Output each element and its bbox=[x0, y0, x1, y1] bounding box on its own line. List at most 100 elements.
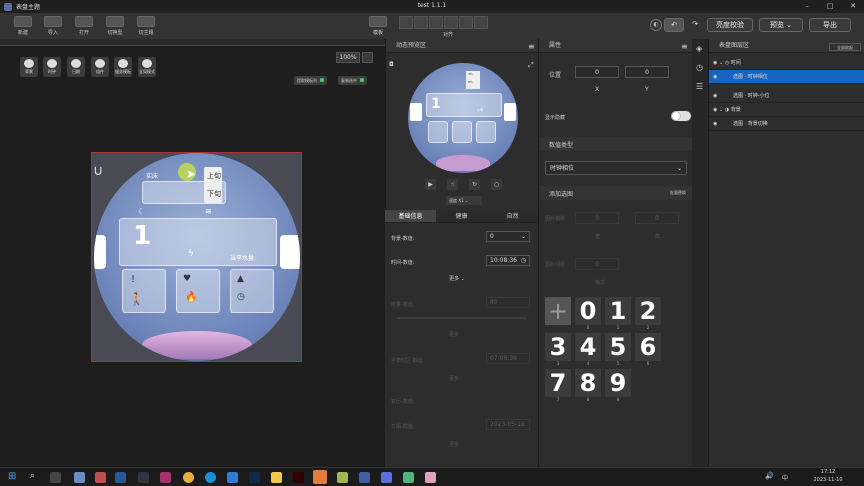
switch-type-button[interactable]: 切换型 bbox=[102, 16, 128, 38]
app-taskbar-icon[interactable] bbox=[115, 472, 126, 483]
digit-9-image[interactable]: 9 bbox=[605, 369, 631, 397]
digit-1-image[interactable]: 1 bbox=[605, 297, 631, 325]
minimize-button[interactable]: – bbox=[796, 0, 818, 13]
chrome-taskbar-icon[interactable] bbox=[183, 472, 194, 483]
refresh-icon[interactable]: ↻ bbox=[469, 179, 480, 190]
artboard[interactable]: ∪ 实床 上旬 下旬 ➤ ☾ ≋ 1 ϟ 当李水量: ! 🚶 ♥ 🔥 ▲ ◷ bbox=[91, 152, 302, 362]
volume-icon[interactable]: 🔊 bbox=[765, 472, 774, 480]
more-link[interactable]: 更多 ⌄ bbox=[449, 275, 465, 282]
time-value-input[interactable]: 10:08:36 ◷ bbox=[486, 255, 530, 266]
image-offset-x-input[interactable]: 0 bbox=[575, 212, 619, 224]
import-button[interactable]: 导入 bbox=[40, 16, 66, 38]
watch-time-panel[interactable]: 1 ϟ 当李水量: bbox=[119, 218, 277, 266]
new-button[interactable]: 新建 bbox=[10, 16, 36, 38]
active-app-taskbar-icon[interactable] bbox=[313, 470, 327, 484]
align-right-icon[interactable] bbox=[429, 16, 443, 29]
align-bottom-icon[interactable] bbox=[474, 16, 488, 29]
digit-2-image[interactable]: 2 bbox=[635, 297, 661, 325]
history-icon[interactable]: ◐ bbox=[650, 19, 662, 31]
digit-5-image[interactable]: 5 bbox=[605, 333, 631, 361]
menu-icon[interactable]: ≡ bbox=[528, 42, 535, 51]
quick-background-button[interactable]: 背景 bbox=[20, 57, 38, 77]
tab-basic-info[interactable]: 基础信息 bbox=[385, 210, 436, 222]
app-taskbar-icon[interactable] bbox=[381, 472, 392, 483]
touch-icon[interactable]: ☝ bbox=[447, 179, 458, 190]
quick-global-button[interactable]: 全局模式 bbox=[138, 57, 156, 77]
x-position-input[interactable]: 0 bbox=[575, 66, 619, 78]
edge-taskbar-icon[interactable] bbox=[205, 472, 216, 483]
play-button[interactable]: ▶ bbox=[425, 179, 436, 190]
image-spacing-input[interactable]: 0 bbox=[575, 258, 619, 270]
quick-component-button[interactable]: 组件 bbox=[91, 57, 109, 77]
tab-nature[interactable]: 自然 bbox=[487, 210, 538, 222]
preview-button[interactable]: 预览 ⌄ bbox=[759, 18, 803, 32]
zoom-level[interactable]: 100% bbox=[336, 52, 360, 63]
batch-replace-button[interactable]: 批量替换 bbox=[670, 190, 686, 196]
image-offset-y-input[interactable]: 0 bbox=[635, 212, 679, 224]
clock-date[interactable]: 2023-11-10 bbox=[806, 477, 850, 483]
clock-icon[interactable]: ◷ bbox=[696, 63, 703, 72]
folder-taskbar-icon[interactable] bbox=[271, 472, 282, 483]
add-digit-image-button[interactable]: + bbox=[545, 297, 571, 325]
switch-theme-button[interactable]: 切主题 bbox=[133, 16, 159, 38]
digit-0-image[interactable]: 0 bbox=[575, 297, 601, 325]
task-view-icon[interactable] bbox=[50, 472, 61, 483]
undo-button[interactable]: ↶ bbox=[664, 18, 684, 32]
close-button[interactable]: ✕ bbox=[842, 0, 864, 13]
search-icon[interactable]: ⌕ bbox=[30, 471, 35, 481]
preview-watch-face[interactable]: 3% 8% 1 心率 bbox=[408, 63, 518, 173]
expand-icon[interactable]: ⤢ bbox=[528, 61, 534, 70]
digit-8-image[interactable]: 8 bbox=[575, 369, 601, 397]
redo-button[interactable]: ↷ bbox=[688, 18, 702, 32]
template-button[interactable]: 模板 bbox=[365, 16, 391, 38]
align-top-icon[interactable] bbox=[444, 16, 458, 29]
watch-face[interactable]: 实床 上旬 下旬 ➤ ☾ ≋ 1 ϟ 当李水量: ! 🚶 ♥ 🔥 ▲ ◷ bbox=[94, 153, 300, 361]
vscode-taskbar-icon[interactable] bbox=[227, 472, 238, 483]
watch-widget-3[interactable]: ▲ ◷ bbox=[230, 269, 274, 313]
layer-clock-small[interactable]: ◉ 选图 · 时钟-小位 bbox=[709, 89, 864, 103]
eye-icon[interactable]: ◉ bbox=[713, 74, 717, 80]
watch-widget-1[interactable]: ! 🚶 bbox=[122, 269, 166, 313]
data-type-select[interactable]: 时钟相位 ⌄ bbox=[545, 161, 687, 175]
quick-clock-button[interactable]: 时钟 bbox=[43, 57, 61, 77]
illustrator-taskbar-icon[interactable] bbox=[293, 472, 304, 483]
watch-toggle-panel[interactable]: 上旬 下旬 bbox=[204, 167, 222, 203]
y-position-input[interactable]: 0 bbox=[625, 66, 669, 78]
open-button[interactable]: 打开 bbox=[71, 16, 97, 38]
layer-group-background[interactable]: ◉ ⌄ ◑ 背景 bbox=[709, 103, 864, 117]
digit-3-image[interactable]: 3 bbox=[545, 333, 571, 361]
circle-icon[interactable]: ○ bbox=[491, 179, 502, 190]
speed-select[interactable]: 速度 X1 ⌄ bbox=[446, 196, 482, 205]
quick-date-button[interactable]: 日期 bbox=[67, 57, 85, 77]
maximize-button[interactable]: □ bbox=[819, 0, 841, 13]
clock-time[interactable]: 17:12 bbox=[808, 469, 848, 475]
date-value-input[interactable]: 2023-05-18 bbox=[486, 419, 530, 430]
dreamweaver-taskbar-icon[interactable] bbox=[160, 472, 171, 483]
watch-left-button[interactable] bbox=[94, 235, 106, 269]
app-taskbar-icon[interactable] bbox=[95, 472, 106, 483]
eye-icon[interactable]: ◉ bbox=[713, 121, 717, 127]
sliders-icon[interactable]: ☰ bbox=[696, 82, 703, 91]
layers-icon[interactable]: ◈ bbox=[696, 44, 702, 53]
app-taskbar-icon[interactable] bbox=[359, 472, 370, 483]
app-taskbar-icon[interactable] bbox=[74, 472, 85, 483]
watch-up-button[interactable]: 上旬 bbox=[207, 171, 221, 181]
more-link-4[interactable]: 更多 bbox=[449, 441, 459, 448]
layer-group-time[interactable]: ◉ ⌄ ◷ 时间 bbox=[709, 56, 864, 70]
align-center-icon[interactable] bbox=[414, 16, 428, 29]
timezone-value-input[interactable]: 07:08:36 bbox=[486, 353, 530, 364]
app-taskbar-icon[interactable] bbox=[425, 472, 436, 483]
battery-slider[interactable] bbox=[397, 317, 527, 319]
watch-widget-2[interactable]: ♥ 🔥 bbox=[176, 269, 220, 313]
layer-background-switch[interactable]: ◉ 选图 · 背景切换 bbox=[709, 117, 864, 131]
align-left-icon[interactable] bbox=[399, 16, 413, 29]
eye-icon[interactable]: ◉ bbox=[713, 60, 717, 66]
visibility-toggle[interactable] bbox=[671, 111, 691, 121]
watch-down-button[interactable]: 下旬 bbox=[207, 189, 221, 199]
align-middle-icon[interactable] bbox=[459, 16, 473, 29]
digit-4-image[interactable]: 4 bbox=[575, 333, 601, 361]
copy-selected-button[interactable]: 复制选中 bbox=[338, 76, 367, 85]
battery-value-input[interactable]: 80 bbox=[486, 297, 530, 308]
app-taskbar-icon[interactable] bbox=[337, 472, 348, 483]
more-link-2[interactable]: 更多 bbox=[449, 331, 459, 338]
